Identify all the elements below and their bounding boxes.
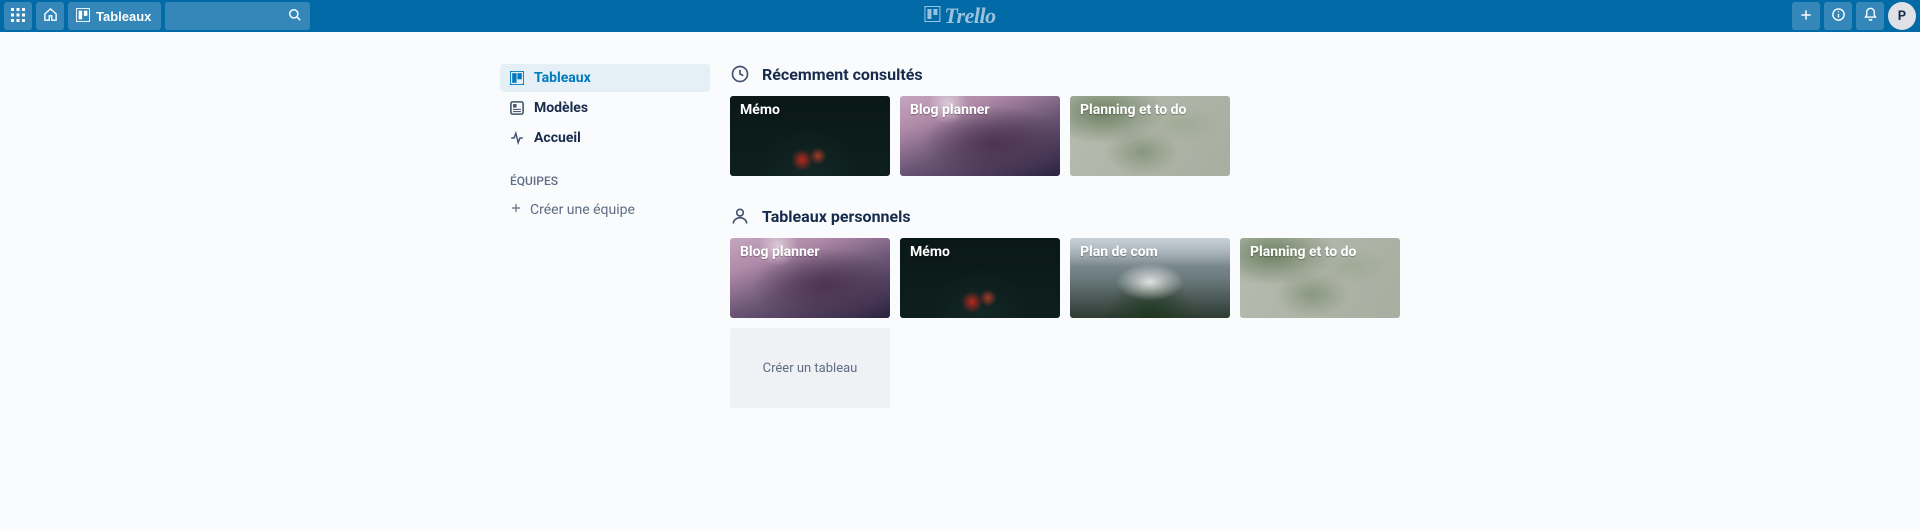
board-tile-title: Planning et to do: [1080, 102, 1220, 118]
sidebar: Tableaux Modèles Accueil ÉQUIPES Créer u…: [500, 64, 710, 438]
home-button[interactable]: [36, 2, 64, 30]
teams-heading: ÉQUIPES: [500, 166, 710, 196]
board-tile-title: Blog planner: [910, 102, 1050, 118]
apps-button[interactable]: [4, 2, 32, 30]
create-board-label: Créer un tableau: [763, 361, 858, 376]
plus-icon: [510, 202, 522, 218]
boards-button[interactable]: Tableaux: [68, 2, 161, 30]
sidebar-item-label: Tableaux: [534, 70, 591, 86]
activity-icon: [510, 131, 524, 145]
board-tile-plan-de-com[interactable]: Plan de com: [1070, 238, 1230, 318]
home-icon: [43, 7, 58, 25]
content: Récemment consultés Mémo Blog planner Pl…: [730, 64, 1420, 438]
bell-icon: [1863, 7, 1878, 25]
create-team-label: Créer une équipe: [530, 202, 635, 218]
create-team-button[interactable]: Créer une équipe: [500, 196, 710, 224]
plus-icon: [1799, 8, 1813, 25]
board-tile-title: Blog planner: [740, 244, 880, 260]
board-tile-memo[interactable]: Mémo: [900, 238, 1060, 318]
header-right: P: [1792, 2, 1916, 30]
template-icon: [510, 101, 524, 115]
board-tile-blog-planner[interactable]: Blog planner: [900, 96, 1060, 176]
sidebar-item-tableaux[interactable]: Tableaux: [500, 64, 710, 92]
search-icon: [288, 7, 302, 26]
personal-section-header: Tableaux personnels: [730, 206, 1420, 226]
board-tile-blog-planner[interactable]: Blog planner: [730, 238, 890, 318]
recent-boards-row: Mémo Blog planner Planning et to do: [730, 96, 1420, 176]
boards-button-label: Tableaux: [96, 9, 151, 24]
avatar[interactable]: P: [1888, 2, 1916, 30]
clock-icon: [730, 64, 750, 84]
personal-section-title: Tableaux personnels: [762, 207, 911, 226]
sidebar-item-label: Accueil: [534, 130, 581, 146]
recent-section-title: Récemment consultés: [762, 65, 923, 84]
board-icon: [76, 8, 90, 25]
sidebar-item-modeles[interactable]: Modèles: [500, 94, 710, 122]
user-icon: [730, 206, 750, 226]
apps-icon: [11, 8, 25, 25]
board-tile-title: Planning et to do: [1250, 244, 1390, 260]
board-icon: [510, 71, 524, 85]
board-tile-title: Mémo: [910, 244, 1050, 260]
sidebar-item-accueil[interactable]: Accueil: [500, 124, 710, 152]
board-tile-memo[interactable]: Mémo: [730, 96, 890, 176]
main: Tableaux Modèles Accueil ÉQUIPES Créer u…: [500, 32, 1420, 438]
board-tile-title: Mémo: [740, 102, 880, 118]
personal-boards-row: Blog planner Mémo Plan de com Planning e…: [730, 238, 1420, 408]
board-tile-title: Plan de com: [1080, 244, 1220, 260]
header-left: Tableaux: [4, 2, 310, 30]
notifications-button[interactable]: [1856, 2, 1884, 30]
avatar-initial: P: [1898, 9, 1906, 24]
create-button[interactable]: [1792, 2, 1820, 30]
sidebar-item-label: Modèles: [534, 100, 588, 116]
info-button[interactable]: [1824, 2, 1852, 30]
search-input[interactable]: [165, 2, 310, 30]
recent-section-header: Récemment consultés: [730, 64, 1420, 84]
info-icon: [1831, 7, 1846, 25]
app-header: Tableaux Trello P: [0, 0, 1920, 32]
logo-board-icon: [924, 6, 940, 26]
board-tile-planning[interactable]: Planning et to do: [1070, 96, 1230, 176]
logo-text: Trello: [944, 3, 995, 29]
board-tile-planning[interactable]: Planning et to do: [1240, 238, 1400, 318]
header-logo[interactable]: Trello: [924, 3, 995, 29]
create-board-tile[interactable]: Créer un tableau: [730, 328, 890, 408]
